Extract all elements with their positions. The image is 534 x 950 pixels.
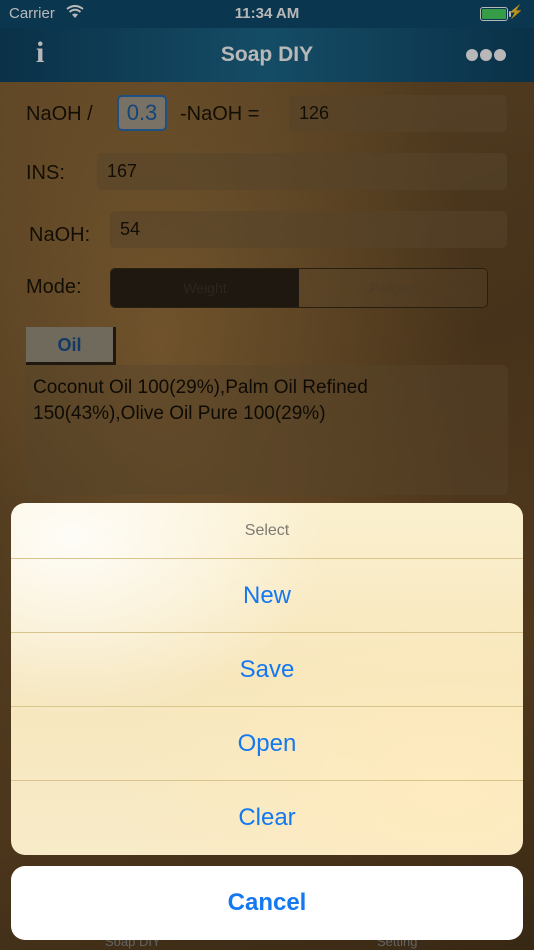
action-sheet: Select New Save Open Clear [11,503,523,855]
action-new-button[interactable]: New [11,559,523,633]
action-save-button[interactable]: Save [11,633,523,707]
action-clear-button[interactable]: Clear [11,781,523,855]
action-sheet-title: Select [11,503,523,559]
action-open-button[interactable]: Open [11,707,523,781]
cancel-button[interactable]: Cancel [11,866,523,940]
